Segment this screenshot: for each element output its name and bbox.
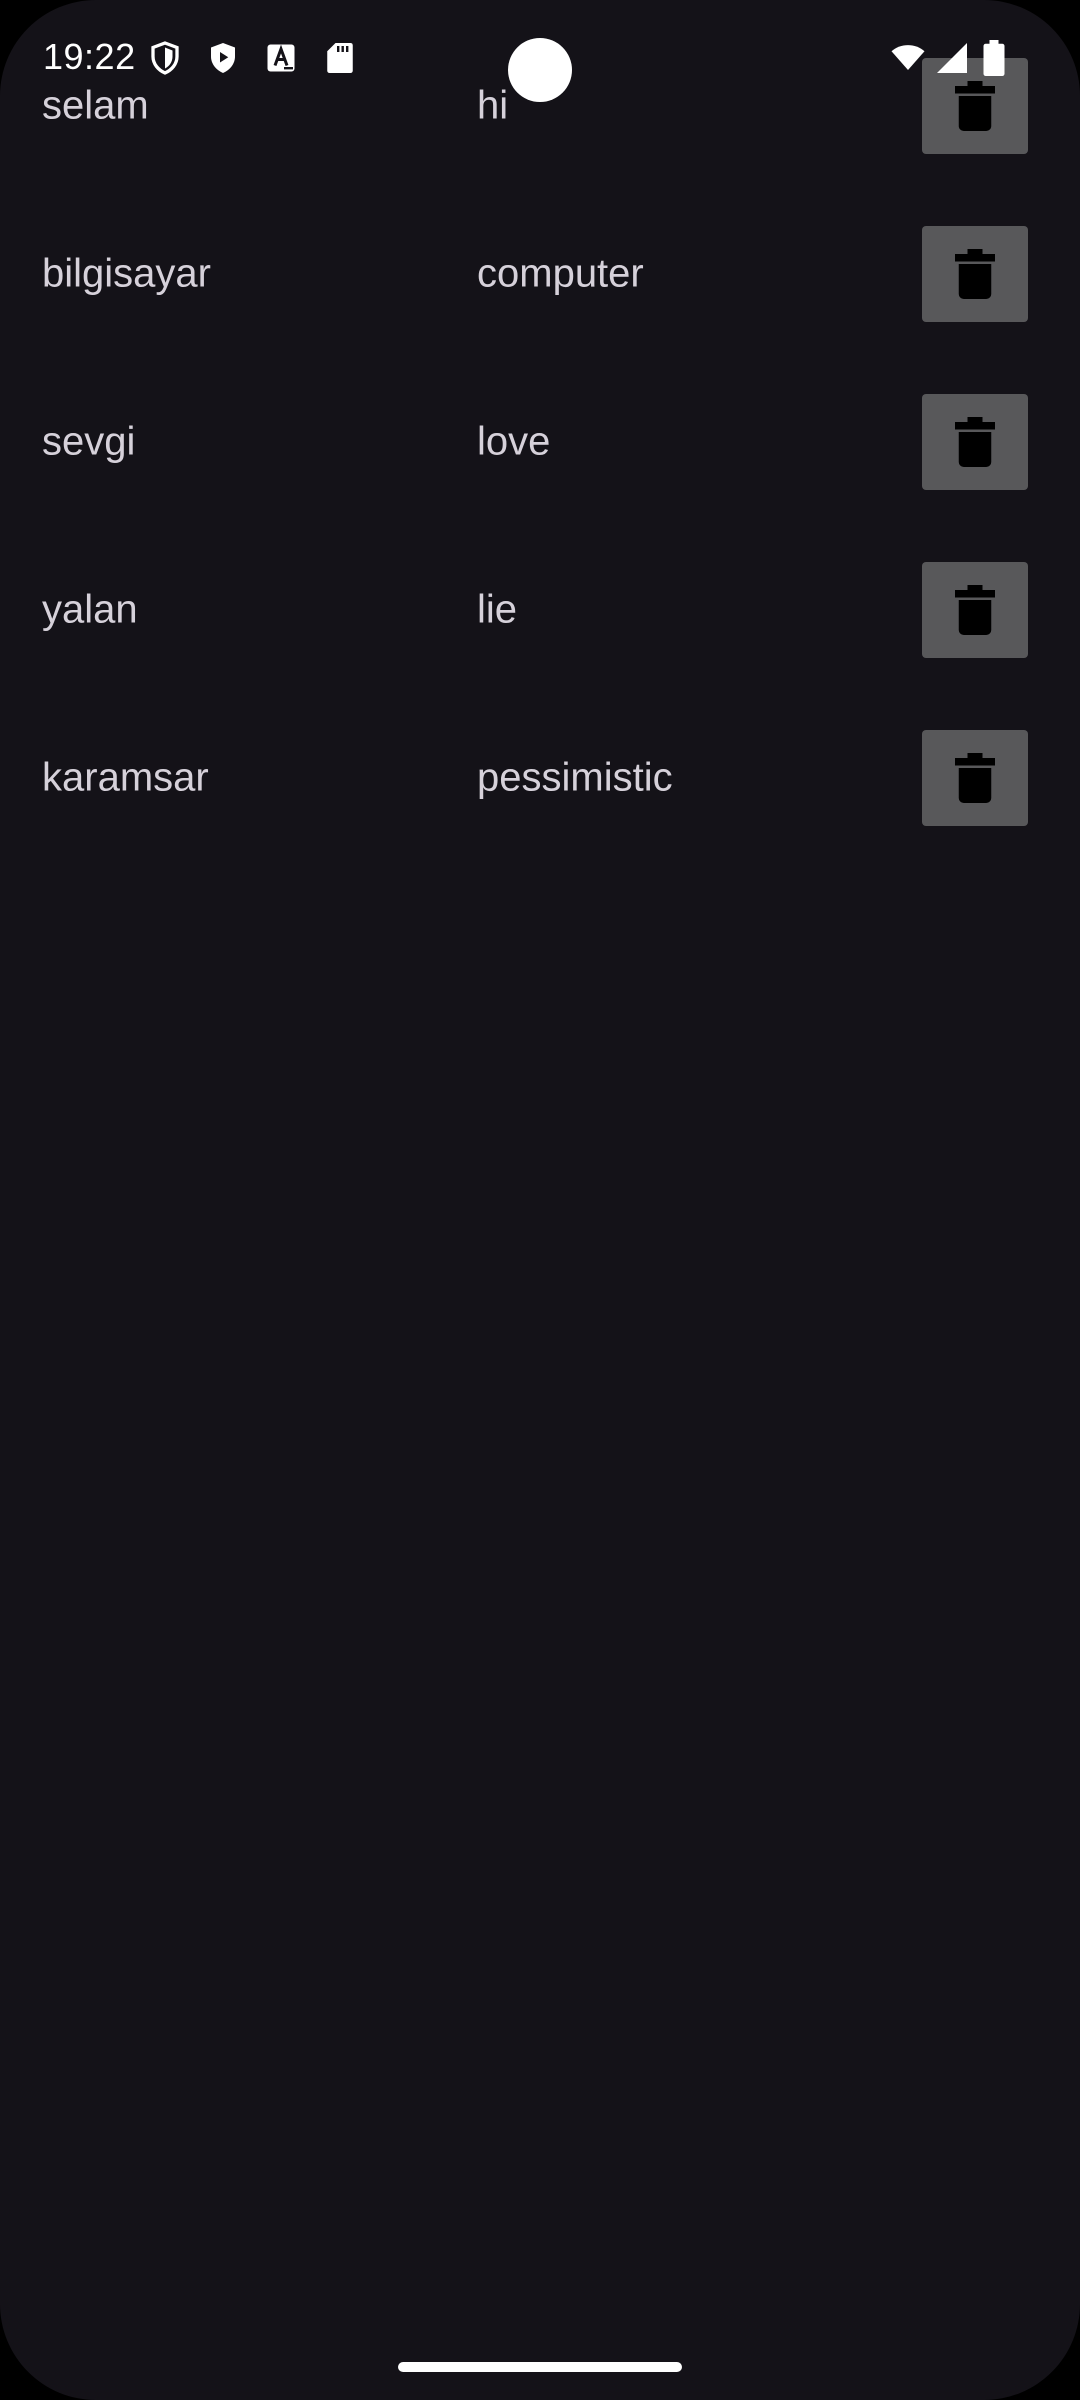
list-item: bilgisayar computer [0, 190, 1080, 358]
wifi-icon [888, 40, 928, 76]
trash-icon [955, 417, 995, 467]
gesture-navigation-bar[interactable] [398, 2362, 682, 2372]
sd-card-icon [322, 40, 358, 76]
signal-icon [934, 40, 970, 76]
app-screen: 19:22 selam hi bilgisayar computer sevgi… [0, 0, 1080, 2400]
word-translation: lie [477, 587, 518, 632]
list-item: yalan lie [0, 526, 1080, 694]
delete-button[interactable] [922, 226, 1028, 322]
word-term: karamsar [42, 755, 209, 800]
list-item: karamsar pessimistic [0, 694, 1080, 862]
delete-button[interactable] [922, 730, 1028, 826]
text-a-icon [263, 40, 299, 76]
word-term: bilgisayar [42, 251, 211, 296]
delete-button[interactable] [922, 562, 1028, 658]
status-time: 19:22 [43, 36, 136, 77]
delete-button[interactable] [922, 394, 1028, 490]
word-translation: computer [477, 251, 644, 296]
word-translation: pessimistic [477, 755, 673, 800]
trash-icon [955, 585, 995, 635]
word-translation: love [477, 419, 551, 464]
trash-icon [955, 753, 995, 803]
play-protect-icon [205, 40, 241, 76]
shield-outline-icon [147, 40, 183, 76]
word-term: sevgi [42, 419, 136, 464]
camera-cutout [508, 38, 572, 102]
battery-icon [982, 40, 1006, 76]
trash-icon [955, 249, 995, 299]
list-item: sevgi love [0, 358, 1080, 526]
word-term: yalan [42, 587, 138, 632]
